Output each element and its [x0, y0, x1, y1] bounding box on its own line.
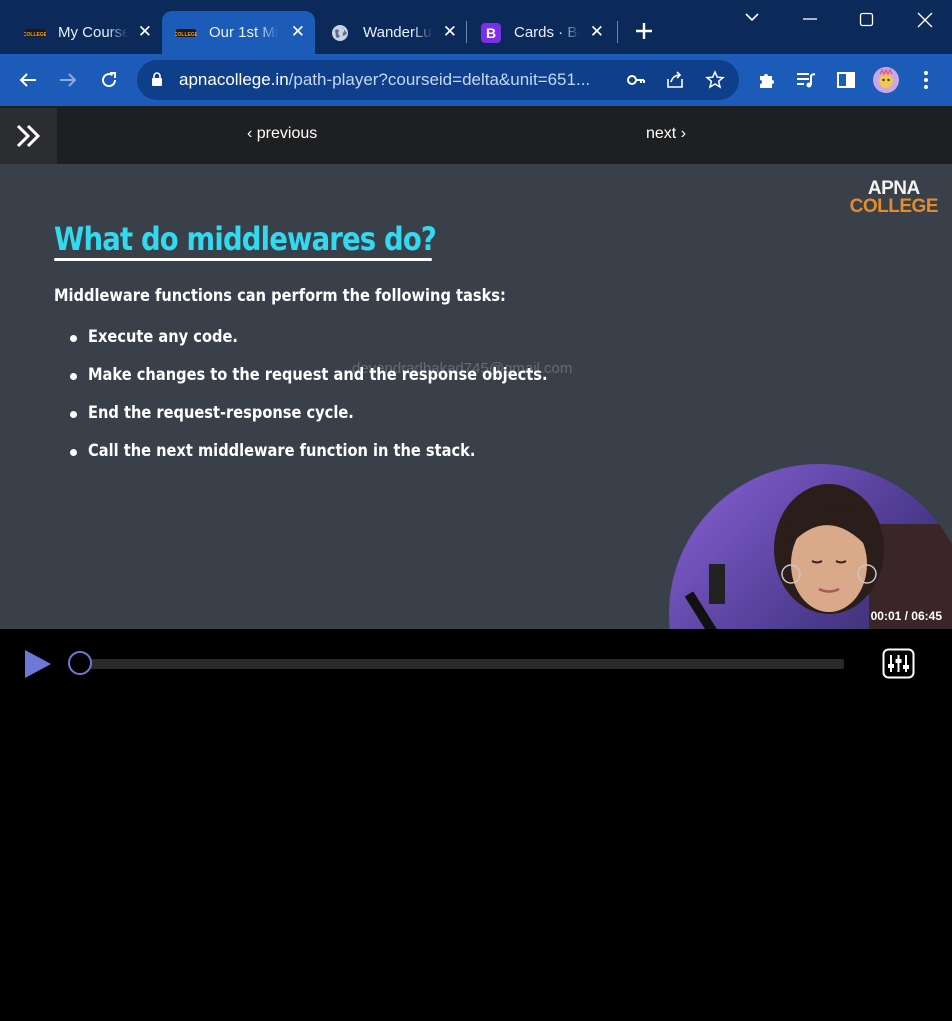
previous-label: previous: [256, 125, 318, 142]
url-path: /path-player?courseid=delta&unit=651...: [288, 70, 591, 89]
address-bar[interactable]: apnacollege.in/path-player?courseid=delt…: [137, 60, 739, 100]
reload-icon: [102, 72, 117, 88]
url-text[interactable]: apnacollege.in/path-player?courseid=delt…: [179, 70, 590, 90]
close-tab-icon[interactable]: ✕: [138, 23, 152, 41]
player-settings-button[interactable]: [882, 648, 915, 684]
share-icon[interactable]: [665, 70, 685, 95]
task-list: Execute any code. Make changes to the re…: [70, 327, 622, 479]
tab-our-1st-middleware[interactable]: COLLEGE Our 1st Middleware ✕: [162, 11, 315, 54]
key-icon[interactable]: [626, 70, 646, 95]
svg-text:COLLEGE: COLLEGE: [24, 32, 46, 38]
plus-icon: [636, 23, 652, 39]
list-item: End the request-response cycle.: [70, 403, 622, 441]
video-timecode: 00:01 / 06:45: [870, 609, 942, 623]
forward-button[interactable]: [54, 66, 82, 94]
apna-college-logo: APNA COLLEGE: [849, 179, 939, 217]
chevron-right-icon: ›: [680, 125, 687, 142]
chevron-left-icon: ‹: [247, 125, 253, 142]
arrow-left-icon: [19, 73, 36, 87]
tab-title: Our 1st Middleware: [209, 24, 279, 41]
bullet-dot: [70, 373, 77, 380]
course-navigation: ‹ previous next ›: [0, 106, 952, 164]
svg-text:COLLEGE: COLLEGE: [175, 32, 197, 38]
browser-tab-strip: COLLEGE My Courses ✕ COLLEGE Our 1st Mid…: [0, 0, 952, 54]
more-vertical-icon: [924, 71, 928, 89]
bootstrap-icon: B: [480, 22, 502, 43]
bookmark-star-icon[interactable]: [705, 70, 725, 95]
bullet-dot: [70, 449, 77, 456]
playlist-music-icon: [797, 73, 816, 88]
close-tab-icon[interactable]: ✕: [291, 23, 305, 41]
close-icon: [917, 12, 933, 28]
tab-separator: [466, 21, 467, 43]
video-frame[interactable]: APNA COLLEGE What do middlewares do? Mid…: [0, 164, 952, 629]
list-item-text: End the request-response cycle.: [88, 403, 354, 423]
url-domain: apnacollege.in: [179, 70, 289, 89]
player-controls: [0, 629, 952, 701]
chevron-down-icon: [745, 13, 759, 22]
lock-icon: [151, 72, 163, 92]
logo-line-2: COLLEGE: [849, 196, 939, 217]
bullet-dot: [70, 411, 77, 418]
minimize-icon: [803, 18, 817, 20]
title-underline: [54, 258, 432, 261]
tab-title: WanderLust: [363, 24, 433, 41]
avatar: [873, 67, 899, 93]
tab-my-courses[interactable]: COLLEGE My Courses ✕: [24, 11, 162, 54]
close-tab-icon[interactable]: ✕: [443, 23, 457, 41]
progress-track[interactable]: [78, 659, 844, 669]
play-icon: [25, 650, 51, 678]
maximize-button[interactable]: [859, 12, 875, 33]
sidebar-toggle-button[interactable]: [0, 108, 57, 164]
double-chevron-right-icon: [16, 124, 40, 148]
globe-icon: [329, 24, 351, 41]
list-item-text: Call the next middleware function in the…: [88, 441, 476, 461]
presenter-webcam: [669, 464, 952, 629]
slide-intro: Middleware functions can perform the fol…: [54, 286, 506, 306]
apna-college-favicon: COLLEGE: [24, 26, 46, 40]
side-panel-button[interactable]: [832, 66, 860, 94]
arrow-right-icon: [60, 73, 77, 87]
close-window-button[interactable]: [916, 11, 934, 34]
side-panel-icon: [837, 72, 855, 88]
back-button[interactable]: [14, 66, 42, 94]
new-tab-button[interactable]: [634, 21, 654, 46]
svg-text:B: B: [486, 25, 496, 41]
progress-thumb[interactable]: [67, 651, 92, 675]
chrome-menu-button[interactable]: [912, 66, 940, 94]
list-item-text: Execute any code.: [88, 327, 238, 347]
tab-search-button[interactable]: [744, 10, 760, 28]
tab-cards-bootstrap[interactable]: B Cards · Bootstrap ✕: [480, 11, 610, 54]
minimize-button[interactable]: [802, 12, 818, 30]
browser-toolbar: apnacollege.in/path-player?courseid=delt…: [0, 54, 952, 106]
tab-title: Cards · Bootstrap: [514, 24, 580, 41]
reload-button[interactable]: [95, 66, 123, 94]
list-item: Call the next middleware function in the…: [70, 441, 622, 479]
next-link[interactable]: next ›: [646, 125, 686, 143]
puzzle-icon: [760, 74, 774, 88]
play-button[interactable]: [24, 649, 52, 684]
bullet-dot: [70, 335, 77, 342]
previous-link[interactable]: ‹ previous: [247, 125, 317, 143]
tab-separator: [617, 21, 618, 43]
maximize-icon: [859, 12, 874, 27]
apna-college-favicon: COLLEGE: [175, 26, 197, 40]
extensions-button[interactable]: [753, 66, 781, 94]
close-tab-icon[interactable]: ✕: [590, 23, 604, 41]
tab-title: My Courses: [58, 24, 128, 41]
sliders-icon: [882, 648, 915, 679]
profile-avatar[interactable]: [872, 66, 900, 94]
tab-wanderlust[interactable]: WanderLust ✕: [329, 11, 467, 54]
next-label: next: [646, 125, 677, 142]
slide-title: What do middlewares do?: [54, 220, 437, 258]
media-controls-button[interactable]: [792, 66, 820, 94]
email-watermark: devendradhakad745@gmail.com: [352, 360, 573, 377]
